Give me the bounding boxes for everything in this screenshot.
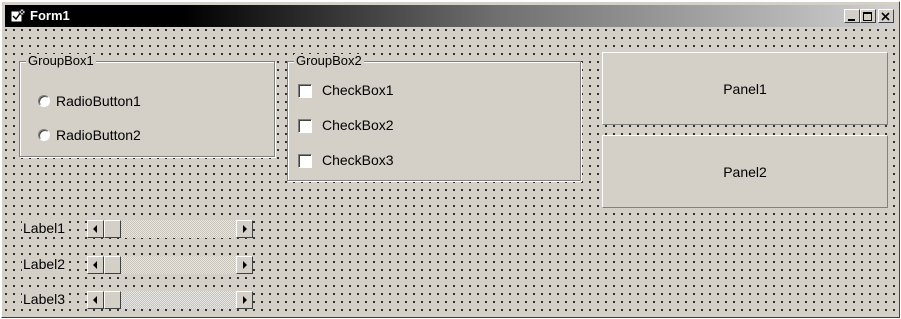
radio-button-1-label[interactable]: RadioButton1 <box>56 93 141 109</box>
scroll-left-button[interactable] <box>87 291 104 309</box>
panel-2-caption: Panel2 <box>723 163 767 180</box>
scroll-left-button[interactable] <box>87 256 104 274</box>
scrollbar-2[interactable] <box>87 256 253 274</box>
delphi-form-icon[interactable] <box>10 8 26 24</box>
arrow-right-icon <box>243 296 247 304</box>
scroll-right-button[interactable] <box>236 291 253 309</box>
radio-circle-icon[interactable] <box>38 95 50 107</box>
arrow-right-icon <box>243 261 247 269</box>
panel-2[interactable]: Panel2 <box>602 135 888 208</box>
groupbox-2: GroupBox2 CheckBox1 CheckBox2 CheckBox3 <box>287 54 581 181</box>
label-3: Label3 <box>22 291 67 307</box>
checkbox-3-label[interactable]: CheckBox3 <box>322 152 394 168</box>
window-title: Form1 <box>30 8 70 23</box>
minimize-icon <box>848 19 855 21</box>
maximize-icon <box>863 12 872 21</box>
radio-button-2-label[interactable]: RadioButton2 <box>56 127 141 143</box>
scrollbar-3[interactable] <box>87 291 253 309</box>
title-bar[interactable]: Form1 <box>5 5 896 27</box>
arrow-left-icon <box>93 296 97 304</box>
arrow-left-icon <box>93 225 97 233</box>
label-1: Label1 <box>22 220 67 236</box>
arrow-right-icon <box>243 225 247 233</box>
scroll-thumb[interactable] <box>104 256 121 274</box>
scroll-right-button[interactable] <box>236 220 253 238</box>
checkbox-2-label[interactable]: CheckBox2 <box>322 117 394 133</box>
maximize-button[interactable] <box>860 9 876 23</box>
checkbox-1-label[interactable]: CheckBox1 <box>322 82 394 98</box>
arrow-left-icon <box>93 261 97 269</box>
groupbox-2-caption: GroupBox2 <box>294 53 364 68</box>
scrollbar-1[interactable] <box>87 220 253 238</box>
form-window: Form1 GroupBox1 RadioButton1 RadioButton… <box>1 1 900 318</box>
minimize-button[interactable] <box>844 9 860 23</box>
form-client-area: GroupBox1 RadioButton1 RadioButton2 Grou… <box>5 29 896 316</box>
checkbox-box-icon[interactable] <box>298 119 312 133</box>
radio-circle-icon[interactable] <box>38 129 50 141</box>
panel-1[interactable]: Panel1 <box>602 52 888 125</box>
scroll-thumb[interactable] <box>104 291 121 309</box>
checkbox-box-icon[interactable] <box>298 84 312 98</box>
groupbox-1: GroupBox1 RadioButton1 RadioButton2 <box>19 54 275 157</box>
scroll-left-button[interactable] <box>87 220 104 238</box>
close-button[interactable] <box>878 9 894 23</box>
groupbox-1-caption: GroupBox1 <box>26 53 96 68</box>
scroll-thumb[interactable] <box>104 220 121 238</box>
close-icon <box>881 12 890 21</box>
panel-1-caption: Panel1 <box>723 80 767 97</box>
scroll-right-button[interactable] <box>236 256 253 274</box>
checkbox-box-icon[interactable] <box>298 154 312 168</box>
label-2: Label2 <box>22 256 67 272</box>
